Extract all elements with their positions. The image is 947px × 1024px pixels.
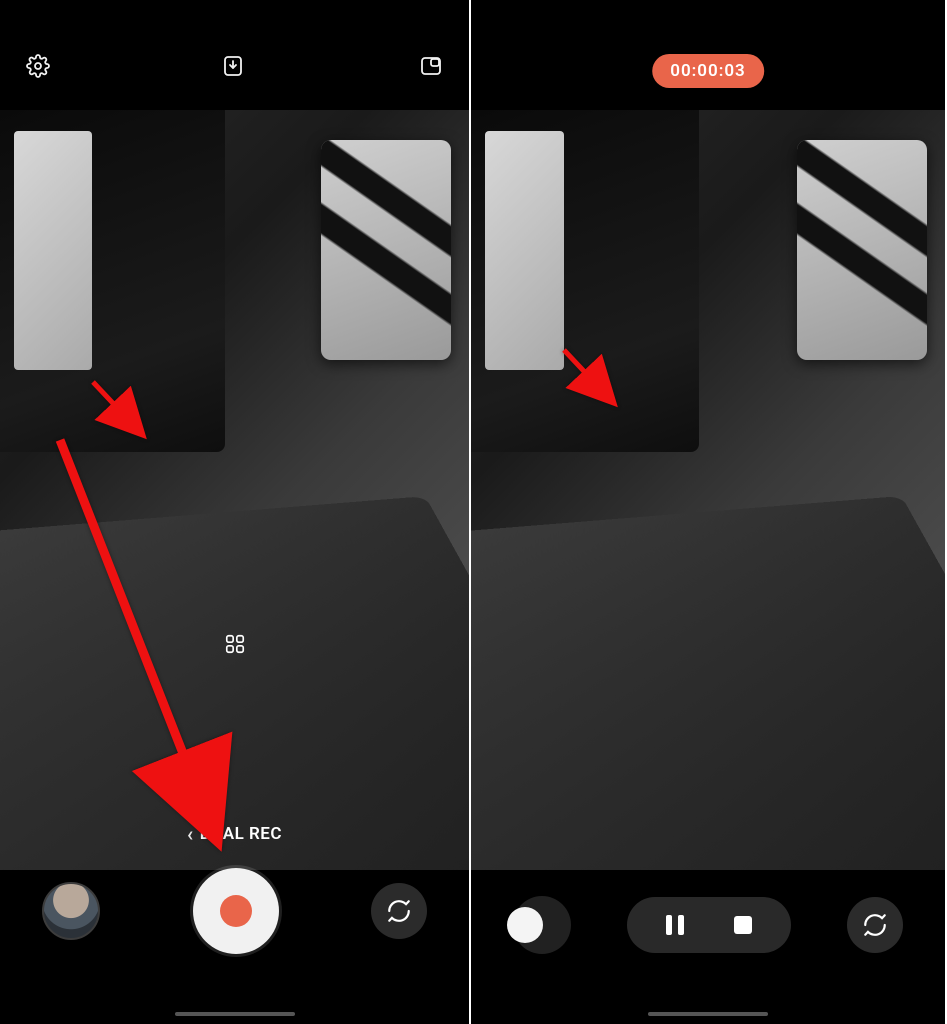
timer-value: 00:00:03 [670,61,746,81]
pause-icon [664,913,686,937]
record-button[interactable] [193,868,279,954]
stop-button[interactable] [729,911,757,939]
bottom-controls [0,868,469,954]
switch-camera-icon [862,912,888,938]
home-indicator [175,1012,295,1016]
chevron-left-icon: ‹ [187,822,194,846]
home-indicator [648,1012,768,1016]
record-icon [220,895,252,927]
settings-button[interactable] [20,48,56,84]
gear-icon [26,54,50,78]
pip-layout-icon [419,54,443,78]
screenshot-while-recording: 00:00:03 [471,0,945,1024]
viewfinder-content [0,110,225,452]
mode-label: DUAL REC [200,824,282,844]
pip-front-camera-preview[interactable] [797,140,927,360]
camera-viewfinder[interactable] [0,110,469,870]
screenshot-before-recording: ‹ DUAL REC [0,0,471,1024]
camera-viewfinder[interactable] [471,110,945,870]
viewfinder-content [0,496,469,870]
pip-layout-button[interactable] [413,48,449,84]
switch-camera-button[interactable] [371,883,427,939]
zoom-slider[interactable] [513,896,571,954]
top-toolbar [0,48,469,84]
save-format-button[interactable] [215,48,251,84]
pause-button[interactable] [661,911,689,939]
pip-front-camera-preview[interactable] [321,140,451,360]
viewfinder-content [471,110,699,452]
stop-icon [732,914,754,936]
mode-selector[interactable]: ‹ DUAL REC [187,822,282,846]
download-icon [221,54,245,78]
grid-toggle-icon[interactable] [224,633,246,655]
recording-timer: 00:00:03 [652,54,764,88]
gallery-thumbnail[interactable] [42,882,100,940]
bottom-controls [471,896,945,954]
viewfinder-content [471,496,945,870]
switch-camera-button[interactable] [847,897,903,953]
recording-controls [627,897,791,953]
switch-camera-icon [386,898,412,924]
